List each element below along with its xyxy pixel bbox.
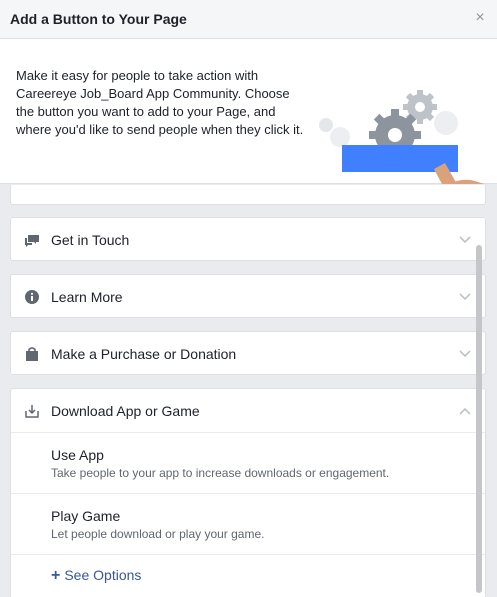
see-options-link[interactable]: + See Options: [51, 567, 141, 585]
add-button-dialog: Add a Button to Your Page × Make it easy…: [0, 0, 497, 597]
button-illustration: [319, 90, 497, 184]
close-button[interactable]: ×: [473, 10, 487, 26]
dialog-title: Add a Button to Your Page: [10, 11, 187, 27]
category-label: Learn More: [51, 289, 123, 305]
chevron-down-icon: [459, 293, 471, 301]
intro-text: Make it easy for people to take action w…: [16, 68, 304, 137]
option-use-app[interactable]: Use App Take people to your app to incre…: [11, 433, 485, 494]
category-label: Make a Purchase or Donation: [51, 346, 237, 362]
chevron-up-icon: [459, 407, 471, 415]
category-download-app-or-game: Download App or Game Use App Take people…: [10, 388, 486, 597]
category-label: Download App or Game: [51, 403, 200, 419]
chevron-down-icon: [459, 350, 471, 358]
category-get-in-touch[interactable]: Get in Touch: [10, 217, 486, 261]
intro-section: Make it easy for people to take action w…: [0, 39, 497, 184]
dialog-header: Add a Button to Your Page ×: [0, 0, 497, 39]
button-type-list[interactable]: Get in Touch Learn More Make a Purchase …: [0, 185, 497, 597]
option-play-game[interactable]: Play Game Let people download or play yo…: [11, 494, 485, 555]
category-learn-more[interactable]: Learn More: [10, 274, 486, 318]
hand-pointer-icon: [434, 163, 497, 184]
scrollbar[interactable]: [476, 245, 482, 593]
option-title: Play Game: [51, 508, 121, 524]
option-description: Take people to your app to increase down…: [51, 466, 390, 480]
info-icon: [25, 290, 39, 304]
category-header[interactable]: Download App or Game: [11, 389, 485, 433]
category-label: Get in Touch: [51, 232, 130, 248]
chevron-down-icon: [459, 236, 471, 244]
option-title: Use App: [51, 447, 104, 463]
partial-list-item: [10, 185, 486, 205]
category-purchase-donation[interactable]: Make a Purchase or Donation: [10, 331, 486, 375]
plus-icon: +: [51, 567, 61, 584]
download-icon: [25, 405, 39, 418]
shopping-bag-icon: [26, 347, 38, 361]
see-options-label: See Options: [64, 567, 142, 583]
chat-icon: [25, 235, 39, 247]
option-description: Let people download or play your game.: [51, 527, 265, 541]
